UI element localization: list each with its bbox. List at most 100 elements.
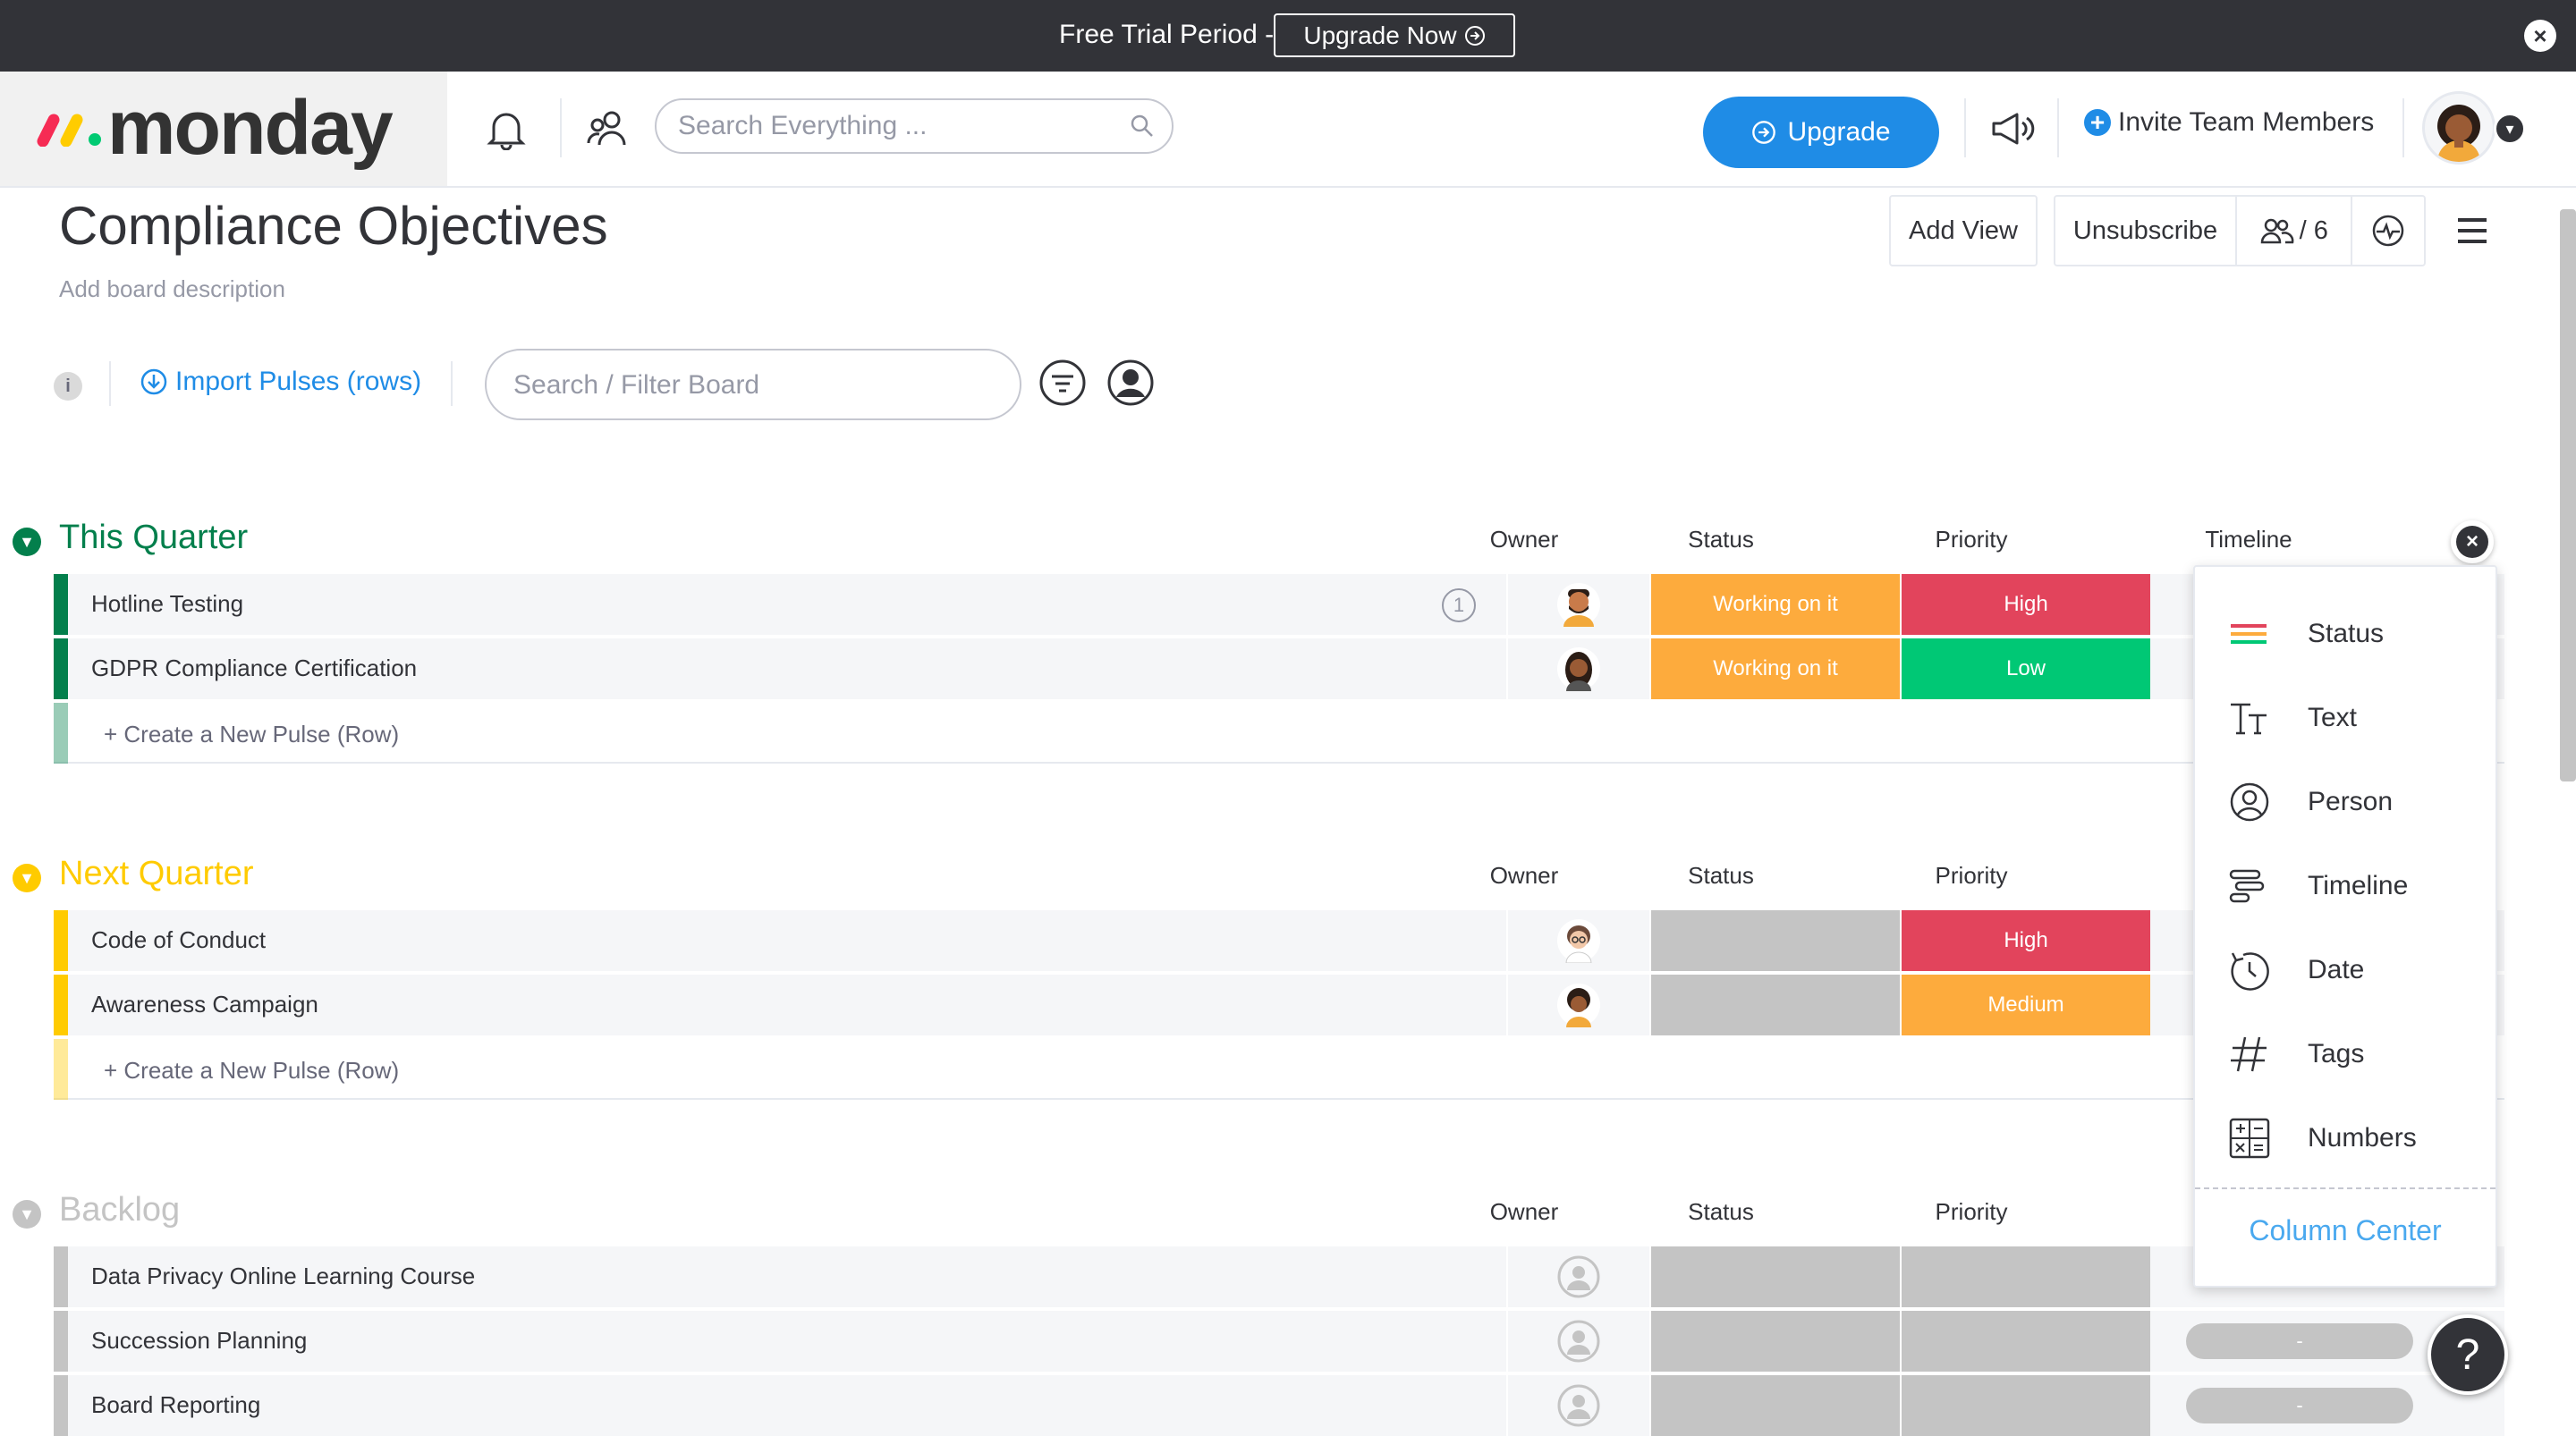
help-button[interactable]: ? — [2428, 1314, 2508, 1395]
pulse-name[interactable]: Awareness Campaign — [91, 991, 318, 1018]
priority-cell[interactable]: Low — [1900, 638, 2150, 699]
timeline-cell[interactable]: - — [2179, 1375, 2420, 1436]
global-search-input[interactable] — [676, 107, 1106, 145]
pulse-name[interactable]: Board Reporting — [91, 1391, 260, 1419]
header-divider — [2057, 98, 2059, 157]
members-button[interactable]: / 6 — [2237, 197, 2351, 265]
pulse-name[interactable]: GDPR Compliance Certification — [91, 655, 417, 682]
priority-cell[interactable] — [1900, 1311, 2150, 1372]
column-type-numbers[interactable]: Numbers — [2195, 1096, 2496, 1180]
bell-icon[interactable] — [479, 102, 533, 156]
column-header-status[interactable]: Status — [1667, 526, 1775, 553]
team-icon[interactable] — [581, 102, 635, 156]
column-header-owner[interactable]: Owner — [1470, 526, 1578, 553]
group-color-bar — [54, 910, 68, 971]
owner-cell[interactable] — [1506, 1311, 1649, 1372]
column-header-priority[interactable]: Priority — [1909, 1198, 2034, 1226]
scrollbar[interactable] — [2560, 209, 2576, 781]
owner-cell[interactable] — [1506, 910, 1649, 971]
column-header-timeline[interactable]: Timeline — [2186, 526, 2311, 553]
column-header-owner[interactable]: Owner — [1470, 1198, 1578, 1226]
collapse-toggle-icon[interactable]: ▼ — [13, 864, 41, 892]
create-pulse-row[interactable]: + Create a New Pulse (Row) — [54, 703, 2504, 764]
filter-icon[interactable] — [1038, 358, 1088, 408]
column-type-tags[interactable]: Tags — [2195, 1012, 2496, 1096]
priority-cell[interactable] — [1900, 1246, 2150, 1307]
numbers-icon — [2229, 1118, 2270, 1159]
owner-cell[interactable] — [1506, 574, 1649, 635]
upgrade-now-button[interactable]: Upgrade Now — [1274, 13, 1515, 57]
group-title[interactable]: Next Quarter — [59, 855, 254, 893]
woman-avatar-icon — [1557, 647, 1600, 691]
priority-cell[interactable] — [1900, 1375, 2150, 1436]
close-banner-icon[interactable]: × — [2524, 20, 2556, 52]
group-color-bar — [54, 1375, 68, 1436]
status-cell[interactable]: Working on it — [1649, 638, 1900, 699]
group-title[interactable]: This Quarter — [59, 519, 248, 557]
status-cell[interactable] — [1649, 975, 1900, 1035]
activity-icon[interactable] — [2352, 197, 2424, 265]
column-center-link[interactable]: Column Center — [2195, 1214, 2496, 1247]
column-type-date[interactable]: Date — [2195, 928, 2496, 1012]
logo[interactable]: monday — [0, 72, 447, 186]
table-row[interactable]: Awareness Campaign Medium — [54, 975, 2504, 1035]
chevron-down-icon[interactable]: ▾ — [2494, 113, 2526, 145]
column-header-priority[interactable]: Priority — [1909, 526, 2034, 553]
column-type-text[interactable]: Text — [2195, 676, 2496, 760]
status-cell[interactable] — [1649, 910, 1900, 971]
column-header-owner[interactable]: Owner — [1470, 862, 1578, 890]
table-row[interactable]: Board Reporting - — [54, 1375, 2504, 1436]
import-pulses-button[interactable]: Import Pulses (rows) — [140, 367, 421, 397]
close-column-menu-button[interactable]: × — [2451, 520, 2494, 563]
menu-icon[interactable] — [2454, 213, 2490, 249]
person-icon — [2230, 782, 2269, 822]
board-filter-input[interactable] — [512, 367, 995, 404]
upgrade-button[interactable]: Upgrade — [1703, 97, 1939, 168]
timeline-cell[interactable]: - — [2179, 1311, 2420, 1372]
priority-cell[interactable]: Medium — [1900, 975, 2150, 1035]
column-header-status[interactable]: Status — [1667, 1198, 1775, 1226]
owner-cell[interactable] — [1506, 1246, 1649, 1307]
priority-cell[interactable]: High — [1900, 574, 2150, 635]
column-type-timeline[interactable]: Timeline — [2195, 844, 2496, 928]
empty-person-icon — [1557, 1255, 1600, 1298]
add-view-button[interactable]: Add View — [1889, 195, 2038, 266]
megaphone-icon[interactable] — [1986, 102, 2039, 156]
unsubscribe-button[interactable]: Unsubscribe — [2055, 197, 2235, 265]
pulse-name[interactable]: Succession Planning — [91, 1327, 307, 1355]
collapse-toggle-icon[interactable]: ▼ — [13, 1200, 41, 1229]
column-type-status[interactable]: Status — [2195, 592, 2496, 676]
invite-members-button[interactable]: + Invite Team Members — [2084, 107, 2374, 138]
status-cell[interactable] — [1649, 1375, 1900, 1436]
board-filter-search[interactable] — [485, 349, 1021, 420]
column-header-status[interactable]: Status — [1667, 862, 1775, 890]
collapse-toggle-icon[interactable]: ▼ — [13, 528, 41, 556]
table-row[interactable]: GDPR Compliance Certification Working on… — [54, 638, 2504, 699]
pulse-name[interactable]: Hotline Testing — [91, 590, 243, 618]
user-avatar[interactable] — [2422, 91, 2496, 165]
pulse-name[interactable]: Data Privacy Online Learning Course — [91, 1263, 475, 1290]
table-row[interactable]: Data Privacy Online Learning Course — [54, 1246, 2504, 1307]
table-row[interactable]: Hotline Testing 1 Working on it High — [54, 574, 2504, 635]
status-cell[interactable] — [1649, 1246, 1900, 1307]
owner-cell[interactable] — [1506, 975, 1649, 1035]
board-description[interactable]: Add board description — [59, 275, 285, 303]
create-pulse-row[interactable]: + Create a New Pulse (Row) — [54, 1039, 2504, 1100]
table-row[interactable]: Succession Planning - — [54, 1311, 2504, 1372]
owner-cell[interactable] — [1506, 1375, 1649, 1436]
board-title[interactable]: Compliance Objectives — [59, 195, 608, 257]
status-cell[interactable] — [1649, 1311, 1900, 1372]
group-title[interactable]: Backlog — [59, 1191, 180, 1229]
column-type-person[interactable]: Person — [2195, 760, 2496, 844]
table-row[interactable]: Code of Conduct High — [54, 910, 2504, 971]
updates-count[interactable]: 1 — [1442, 588, 1476, 622]
pulse-name[interactable]: Code of Conduct — [91, 926, 266, 954]
info-icon[interactable]: i — [54, 372, 82, 401]
column-header-priority[interactable]: Priority — [1909, 862, 2034, 890]
column-type-label: Status — [2308, 619, 2385, 648]
owner-cell[interactable] — [1506, 638, 1649, 699]
person-filter-icon[interactable] — [1106, 358, 1156, 408]
global-search[interactable] — [655, 98, 1174, 154]
status-cell[interactable]: Working on it — [1649, 574, 1900, 635]
priority-cell[interactable]: High — [1900, 910, 2150, 971]
